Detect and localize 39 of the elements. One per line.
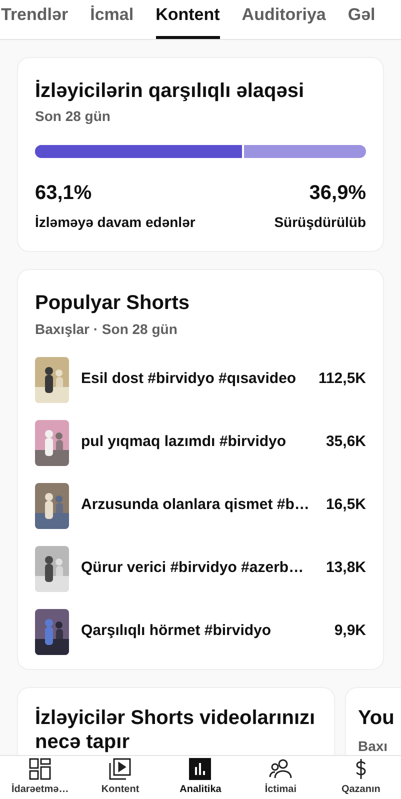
nav-item[interactable]: Analitika	[160, 756, 241, 799]
card-subtitle: Son 28 gün	[35, 107, 112, 126]
card-title: İzləyicilər Shorts videolarınızı necə tapır	[35, 706, 316, 754]
dashboard-icon	[29, 758, 52, 780]
metric-label: İzləməyə davam edənlər	[35, 213, 196, 232]
tab[interactable]: Auditoriya	[242, 2, 326, 39]
short-row[interactable]: pul yıqmaq lazımdı #birvidyo 35,6K	[35, 419, 366, 466]
nav-item[interactable]: İdarəetmə…	[0, 756, 80, 799]
percentage-value: 36,9%	[309, 181, 366, 206]
view-count: 13,8K	[326, 558, 366, 578]
people-icon	[268, 758, 293, 780]
short-row[interactable]: Qürur verici #birvidyo #azerb… 13,8K	[35, 545, 366, 592]
short-title: pul yıqmaq lazımdı #birvidyo	[81, 432, 288, 452]
short-title: Esil dost #birvidyo #qısavideo	[81, 369, 298, 390]
card-subtitle: Baxı	[358, 737, 389, 755]
tab[interactable]: İcmal	[90, 2, 134, 39]
card-title: Populyar Shorts	[35, 291, 190, 316]
short-row[interactable]: Qarşılıqlı hörmet #birvidyo 9,9K	[35, 608, 366, 655]
nav-item[interactable]: İctimai	[240, 756, 321, 799]
bar-chart-icon	[189, 758, 212, 780]
card-title: İzləyicilərin qarşılıqlı əlaqəsi	[35, 78, 306, 104]
view-count: 16,5K	[326, 495, 366, 516]
view-count: 112,5K	[318, 369, 366, 390]
video-library-icon	[109, 758, 132, 780]
view-count: 35,6K	[326, 432, 366, 452]
card-title: You	[358, 706, 396, 730]
short-row[interactable]: Esil dost #birvidyo #qısavideo 112,5K	[35, 356, 366, 403]
short-row[interactable]: Arzusunda olanlara qismet #b… 16,5K	[35, 482, 366, 529]
percentage-value: 63,1%	[35, 181, 93, 206]
view-count: 9,9K	[334, 621, 366, 642]
tab[interactable]: Trendlər	[1, 2, 68, 39]
short-title: Arzusunda olanlara qismet #b…	[81, 495, 310, 516]
nav-item[interactable]: Qazanın	[320, 756, 401, 799]
short-title: Qarşılıqlı hörmet #birvidyo	[81, 621, 272, 642]
card-subtitle: Baxışlar · Son 28 gün	[35, 320, 178, 339]
metric-label: Sürüşdürülüb	[274, 213, 366, 232]
short-title: Qürur verici #birvidyo #azerb…	[81, 558, 305, 578]
nav-item[interactable]: Kontent	[80, 756, 160, 799]
tab[interactable]: Gəl	[348, 2, 376, 39]
